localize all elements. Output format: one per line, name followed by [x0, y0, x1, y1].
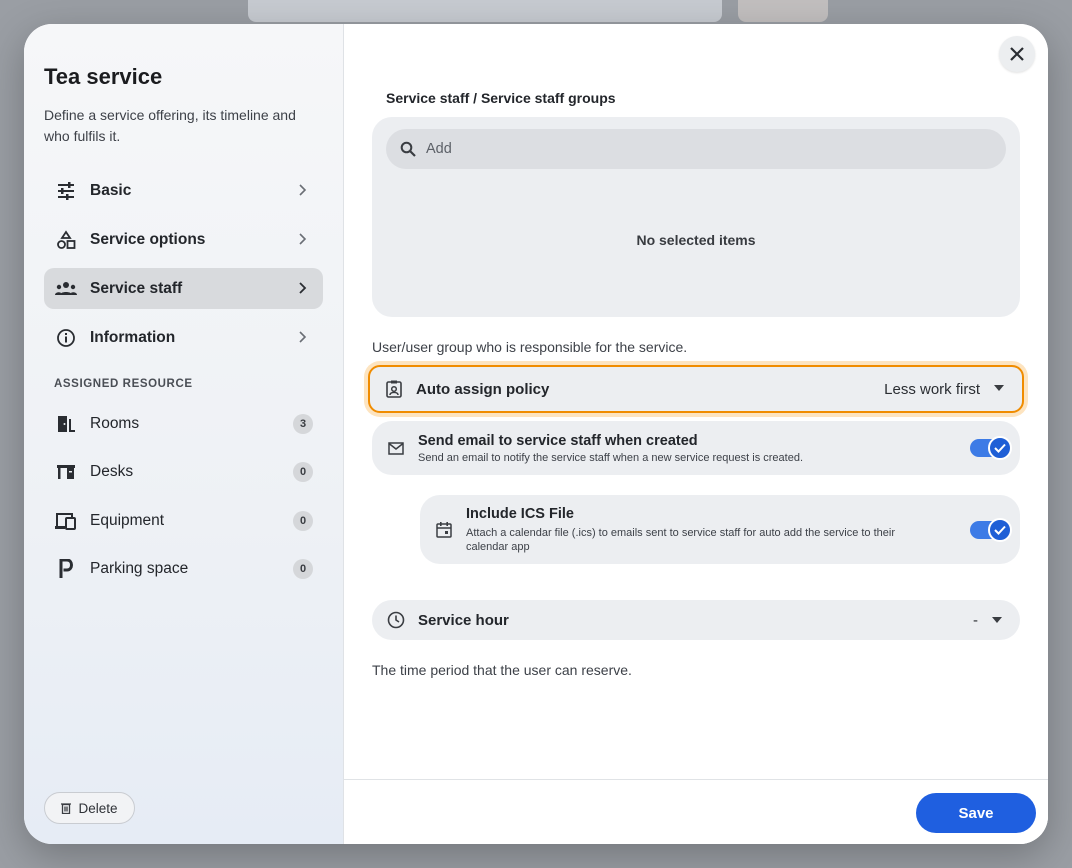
chevron-right-icon	[299, 184, 307, 196]
count-badge: 3	[293, 414, 313, 434]
devices-icon	[55, 510, 77, 532]
nav-item-information[interactable]: Information	[44, 317, 323, 358]
resource-item-equipment[interactable]: Equipment 0	[44, 501, 323, 541]
staff-field-title: Service staff / Service staff groups	[386, 90, 616, 106]
nav-item-service-staff[interactable]: Service staff	[44, 268, 323, 309]
service-hour-help-text: The time period that the user can reserv…	[372, 662, 632, 678]
mail-icon	[386, 438, 406, 458]
save-button[interactable]: Save	[916, 793, 1036, 833]
service-hour-value: -	[973, 611, 978, 629]
search-icon	[400, 140, 418, 158]
nav-item-label: Information	[90, 328, 176, 346]
email-title: Send email to service staff when created	[418, 432, 698, 449]
resource-label: Parking space	[90, 560, 189, 577]
resource-item-parking-space[interactable]: Parking space 0	[44, 549, 323, 589]
sliders-icon	[55, 180, 77, 202]
count-badge: 0	[293, 559, 313, 579]
door-icon	[55, 413, 77, 435]
email-subtitle: Send an email to notify the service staf…	[418, 451, 803, 464]
parking-icon	[55, 558, 77, 580]
policy-value: Less work first	[884, 380, 980, 398]
auto-assign-policy-select[interactable]: Auto assign policy Less work first	[368, 365, 1024, 413]
clock-icon	[386, 610, 406, 630]
close-button[interactable]	[999, 36, 1035, 72]
policy-label: Auto assign policy	[416, 380, 550, 398]
count-badge: 0	[293, 511, 313, 531]
check-icon	[988, 518, 1012, 542]
service-hour-select[interactable]: Service hour -	[372, 600, 1020, 640]
people-icon	[55, 278, 77, 300]
email-notification-row: Send email to service staff when created…	[372, 421, 1020, 475]
background-header-chip	[738, 0, 828, 22]
badge-person-icon	[384, 379, 404, 399]
dialog-sidebar: Tea service Define a service offering, i…	[24, 24, 344, 844]
resource-item-desks[interactable]: Desks 0	[44, 452, 323, 492]
delete-button[interactable]: Delete	[44, 792, 135, 824]
background-search-bar	[248, 0, 722, 22]
resource-label: Desks	[90, 463, 134, 480]
dialog-footer: Save	[344, 779, 1048, 844]
staff-picker: No selected items	[372, 117, 1020, 317]
resource-item-rooms[interactable]: Rooms 3	[44, 404, 323, 444]
staff-help-text: User/user group who is responsible for t…	[372, 339, 688, 355]
ics-subtitle: Attach a calendar file (.ics) to emails …	[466, 526, 895, 553]
resource-label: Rooms	[90, 415, 140, 432]
ics-toggle[interactable]	[970, 518, 1012, 542]
chevron-right-icon	[299, 282, 307, 294]
calendar-icon	[434, 520, 454, 540]
nav-item-basic[interactable]: Basic	[44, 170, 323, 211]
info-icon	[55, 327, 77, 349]
caret-down-icon	[992, 617, 1002, 623]
resource-label: Equipment	[90, 512, 165, 529]
check-icon	[988, 436, 1012, 460]
dialog-title: Tea service	[44, 64, 163, 89]
email-toggle[interactable]	[970, 436, 1012, 460]
chevron-right-icon	[299, 233, 307, 245]
chevron-right-icon	[299, 331, 307, 343]
email-text: Send email to service staff when created…	[418, 433, 803, 464]
service-hour-label: Service hour	[418, 611, 509, 629]
shapes-icon	[55, 229, 77, 251]
nav-item-label: Service staff	[90, 279, 183, 297]
count-badge: 0	[293, 462, 313, 482]
delete-label: Delete	[78, 800, 118, 816]
nav-item-service-options[interactable]: Service options	[44, 219, 323, 260]
assigned-resource-heading: ASSIGNED RESOURCE	[54, 378, 193, 390]
close-icon	[1010, 47, 1024, 61]
staff-search-field[interactable]	[386, 129, 1006, 169]
trash-icon	[61, 803, 72, 814]
desk-icon	[55, 461, 77, 483]
dialog-content: Service staff / Service staff groups No …	[344, 24, 1048, 844]
dialog-description: Define a service offering, its timeline …	[44, 107, 296, 144]
staff-search-input[interactable]	[426, 141, 986, 157]
service-dialog: Tea service Define a service offering, i…	[24, 24, 1048, 844]
empty-state-text: No selected items	[636, 232, 756, 248]
nav-item-label: Service options	[90, 230, 206, 248]
caret-down-icon	[994, 385, 1004, 391]
ics-title: Include ICS File	[466, 505, 574, 522]
ics-text: Include ICS File Attach a calendar file …	[466, 506, 926, 554]
nav-item-label: Basic	[90, 181, 132, 199]
ics-file-row: Include ICS File Attach a calendar file …	[420, 495, 1020, 564]
